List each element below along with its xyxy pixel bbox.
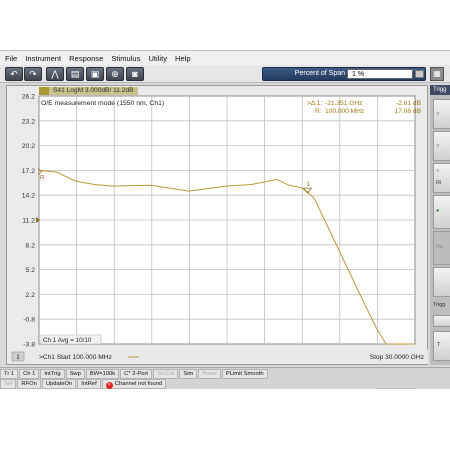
status-alert-text: Channel not found [114,381,163,387]
screenshot-icon[interactable]: ◙ [126,67,144,81]
toolbar: ↶ ↷ ⋀ ▤ ▣ ⊕ ◙ Percent of Span 1 % ▦ [0,65,450,83]
softkey-6[interactable] [433,267,450,297]
trace-title-bar[interactable]: S41 LogM 3.000dB/ 11.2dB [39,87,138,95]
softkey-3[interactable]: ○ Ri [433,163,450,193]
trace-title: S41 LogM 3.000dB/ 11.2dB [53,87,134,94]
y-tick-label: 23.2 [22,118,35,125]
status-cell[interactable]: PLimit Smooth [221,369,268,379]
chart-plot: 26.2 23.2 20.2 17.2 14.2 11.2 8.2 5.2 2.2 -0.8 -3.… [8,94,428,364]
percent-of-span-input[interactable]: 1 % [347,69,413,79]
redo-icon[interactable]: ↷ [24,67,42,81]
status-cell[interactable]: IntTrig [40,369,65,379]
menu-instrument[interactable]: Instrument [20,54,64,63]
softkey-7-label: Trigg [433,302,446,308]
radio-icon: ○ [436,111,440,117]
marker-ref-frequency: 100.000 MHz [325,108,364,115]
softkey-9[interactable]: T [433,331,450,361]
start-frequency: >Ch1 Start 100.000 MHz [39,354,112,361]
menu-help[interactable]: Help [170,54,194,63]
delta-marker-label: 1 [306,181,310,188]
measurement-mode-annotation: O/E measurement mode (1550 nm, Ch1) [41,100,164,107]
softkey-1[interactable]: ○ [433,99,450,129]
status-cell[interactable]: UpdateOn [41,379,77,389]
active-entry-label: Percent of Span [294,70,345,77]
y-tick-label: -3.8 [23,342,35,349]
softkey-4[interactable]: ● [433,195,450,229]
y-tick-label: 8.2 [26,242,36,249]
softkey-8[interactable] [433,315,450,327]
softkey-panel-title: Trigg [430,85,450,95]
status-bar: Tr 1 Ch 1 IntTrig Swp BW=100k C* 2-Port SrcCal… [0,367,450,389]
y-tick-label: 14.2 [22,193,35,200]
status-row-1: Tr 1 Ch 1 IntTrig Swp BW=100k C* 2-Port SrcCal… [0,369,450,379]
status-cell[interactable]: Sim [179,369,198,379]
reference-marker-label: R [40,175,45,182]
status-cell[interactable]: Tr 1 [0,369,19,379]
menu-stimulus[interactable]: Stimulus [106,54,143,63]
trace-color-swatch [39,87,49,95]
y-tick-label: 26.2 [22,94,35,101]
softkey-2[interactable]: ○ [433,131,450,161]
averaging-status: Ch 1 Avg = 10/10 [43,337,92,344]
status-cell[interactable]: SrcCal [152,369,179,379]
menu-utility[interactable]: Utility [143,54,170,63]
marker-icon[interactable]: ⋀ [46,67,64,81]
entry-dropdown-button[interactable] [415,70,424,78]
softkey-3-label: Ri [436,180,442,186]
y-tick-label: 20.2 [22,143,35,150]
undo-icon[interactable]: ↶ [5,67,23,81]
channel-badge-label: 1 [16,354,20,361]
y-tick-label: 2.2 [26,292,36,299]
stop-frequency: Stop 30.0000 GHz [370,354,424,361]
status-cell[interactable]: Swp [65,369,85,379]
zoom-icon[interactable]: ⊕ [106,67,124,81]
menu-file[interactable]: File [0,54,20,63]
softkey-9-label: T [437,342,441,348]
status-cell[interactable]: BW=100k [85,369,120,379]
keypad-icon[interactable]: ▦ [430,67,444,81]
softkey-7: Trigg [433,299,450,313]
marker-delta-value: -2.61 dB [396,100,422,107]
y-tick-label: 5.2 [26,267,36,274]
softkey-5[interactable]: Ra [433,231,450,265]
error-icon: × [105,382,113,389]
vna-application-window: File Instrument Response Stimulus Utilit… [0,50,450,389]
radio-icon: ○ [436,168,440,174]
softkey-panel: Trigg ○ ○ ○ Ri ● Ra Trigg T [430,85,450,365]
status-alert: × Channel not found [101,379,167,389]
resize-grip[interactable] [376,388,416,389]
trace-window[interactable]: 26.2 23.2 20.2 17.2 14.2 11.2 8.2 5.2 2.2 -0.8 -3.… [6,85,428,365]
marker-delta-frequency: -21.351 GHz [325,100,362,107]
status-cell[interactable]: Sel [0,379,17,389]
display-icon[interactable]: ▤ [66,67,84,81]
marker-delta-label: >Δ 1: [307,100,322,107]
y-tick-label: 17.2 [22,168,35,175]
menu-response[interactable]: Response [64,54,106,63]
status-cell[interactable]: Pulse [198,369,221,379]
status-cell[interactable]: Ch 1 [19,369,40,379]
radio-icon: ○ [436,143,440,149]
y-tick-label: -0.8 [23,317,35,324]
selected-radio-icon: ● [436,208,440,214]
status-cell[interactable]: C* 2-Port [120,369,152,379]
save-icon[interactable]: ▣ [86,67,104,81]
status-cell[interactable]: RFOn [17,379,41,389]
menu-bar: File Instrument Response Stimulus Utilit… [0,51,450,65]
marker-ref-label: R: [315,108,322,115]
status-cell[interactable]: IntRef [77,379,101,389]
y-tick-label: 11.2 [22,218,35,225]
active-entry-panel: Percent of Span 1 % [262,67,426,81]
marker-ref-value: 17.06 dB [395,108,422,115]
